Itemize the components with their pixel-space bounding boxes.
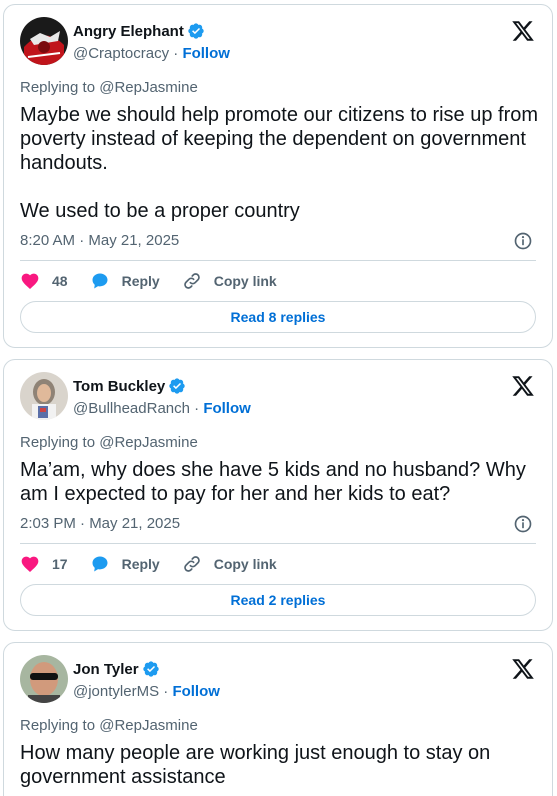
action-bar: 48 Reply Copy link [20,271,299,291]
info-icon[interactable] [513,514,533,534]
divider [20,543,536,544]
replying-to: Replying to @RepJasmine [20,717,198,734]
timestamp[interactable]: 2:03 PM · May 21, 2025 [20,515,180,532]
read-replies-button[interactable]: Read 8 replies [20,301,536,333]
link-icon [183,556,200,572]
handle-row: @Craptocracy · Follow [73,45,230,62]
copy-link-button[interactable]: Copy link [182,271,277,291]
tweet-card: Tom Buckley @BullheadRanch · Follow Repl… [3,359,553,631]
verified-badge-icon [188,23,204,39]
timestamp[interactable]: 8:20 AM · May 21, 2025 [20,232,179,249]
author-handle[interactable]: @BullheadRanch [73,400,190,417]
separator: · [163,683,169,700]
handle-row: @BullheadRanch · Follow [73,400,251,417]
separator: · [173,45,179,62]
author-name-row: Jon Tyler [73,660,160,678]
reply-button[interactable]: Reply [90,271,160,291]
reply-button[interactable]: Reply [90,554,160,574]
separator: · [194,400,200,417]
author-name[interactable]: Angry Elephant [73,23,184,40]
author-name[interactable]: Jon Tyler [73,661,139,678]
copy-link-label: Copy link [213,273,277,289]
like-count: 17 [52,556,68,572]
reply-bubble-icon [92,556,108,572]
divider [20,260,536,261]
reply-bubble-icon [92,273,108,289]
replying-to: Replying to @RepJasmine [20,79,198,96]
follow-button[interactable]: Follow [203,400,251,417]
heart-icon [21,556,39,572]
reply-label: Reply [121,273,160,289]
link-icon [183,273,200,289]
info-icon[interactable] [513,231,533,251]
author-handle[interactable]: @Craptocracy [73,45,169,62]
read-replies-button[interactable]: Read 2 replies [20,584,536,616]
replying-to: Replying to @RepJasmine [20,434,198,451]
tweet-card: Jon Tyler @jontylerMS · Follow Replying … [3,642,553,796]
like-button[interactable]: 48 [20,271,68,291]
tweet-text: Maybe we should help promote our citizen… [20,104,539,222]
copy-link-button[interactable]: Copy link [182,554,277,574]
follow-button[interactable]: Follow [172,683,220,700]
tweet-text: Ma’am, why does she have 5 kids and no h… [20,459,526,505]
author-name-row: Angry Elephant [73,22,205,40]
reply-label: Reply [121,556,160,572]
author-handle[interactable]: @jontylerMS [73,683,159,700]
x-logo-icon[interactable] [511,657,535,681]
handle-row: @jontylerMS · Follow [73,683,220,700]
author-name-row: Tom Buckley [73,377,186,395]
tweet-text: How many people are working just enough … [20,742,491,788]
copy-link-label: Copy link [213,556,277,572]
avatar[interactable] [20,372,68,420]
like-count: 48 [52,273,68,289]
follow-button[interactable]: Follow [182,45,230,62]
action-bar: 17 Reply Copy link [20,554,299,574]
verified-badge-icon [169,378,185,394]
verified-badge-icon [142,661,159,677]
author-name[interactable]: Tom Buckley [73,378,165,395]
x-logo-icon[interactable] [511,374,535,398]
heart-icon [21,273,39,289]
avatar[interactable] [20,655,68,703]
tweet-card: Angry Elephant @Craptocracy · Follow Rep… [3,4,553,348]
avatar[interactable] [20,17,68,65]
x-logo-icon[interactable] [511,19,535,43]
like-button[interactable]: 17 [20,554,68,574]
